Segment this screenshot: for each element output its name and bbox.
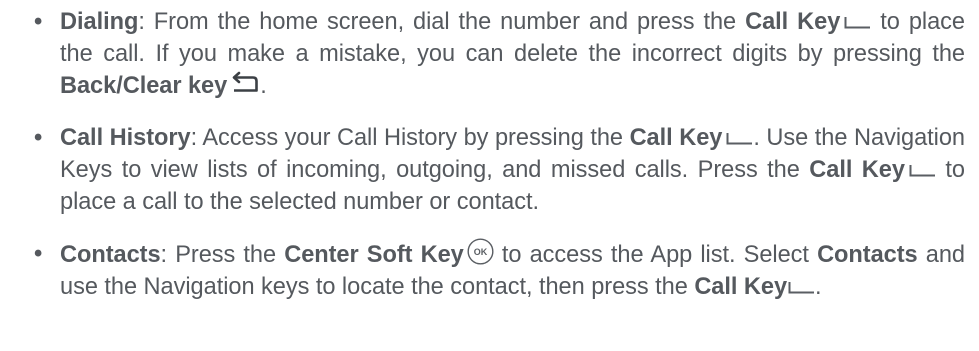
item-text: . [260, 73, 267, 99]
key-name: Back/Clear key [60, 73, 228, 99]
key-name: Call Key [745, 9, 841, 35]
call-key-icon [909, 165, 936, 177]
instructions-page: • Dialing: From the home screen, dial th… [0, 0, 979, 351]
term-call-history: Call History [60, 125, 191, 151]
item-text: : Press the [160, 242, 285, 268]
item-text: . [815, 274, 822, 300]
term-contacts: Contacts [60, 242, 161, 268]
key-name: Center Soft Key [284, 242, 464, 268]
instruction-list: • Dialing: From the home screen, dial th… [34, 6, 965, 303]
bullet-dot: • [34, 125, 43, 151]
item-text: : From the home screen, dial the number … [138, 9, 746, 35]
ok-key-label: OK [474, 247, 488, 257]
call-key-icon [844, 17, 871, 29]
key-name: Call Key [629, 125, 723, 151]
list-item-contacts: • Contacts: Press the Center Soft Key OK … [34, 238, 965, 303]
call-key-icon [788, 282, 815, 294]
bullet-dot: • [34, 9, 43, 35]
list-item-dialing: • Dialing: From the home screen, dial th… [34, 6, 965, 102]
key-name: Call Key [809, 157, 905, 183]
ok-key-icon: OK [467, 238, 494, 265]
key-name: Call Key [694, 274, 788, 300]
list-item-call-history: • Call History: Access your Call History… [34, 122, 965, 218]
term-dialing: Dialing [60, 9, 139, 35]
bullet-dot: • [34, 241, 43, 267]
call-key-icon [726, 133, 753, 145]
item-text: : Access your Call History by pressing t… [190, 125, 630, 151]
back-clear-key-icon [230, 70, 260, 94]
item-text: to access the App list. Select [493, 242, 818, 268]
key-name: Contacts [817, 242, 918, 268]
